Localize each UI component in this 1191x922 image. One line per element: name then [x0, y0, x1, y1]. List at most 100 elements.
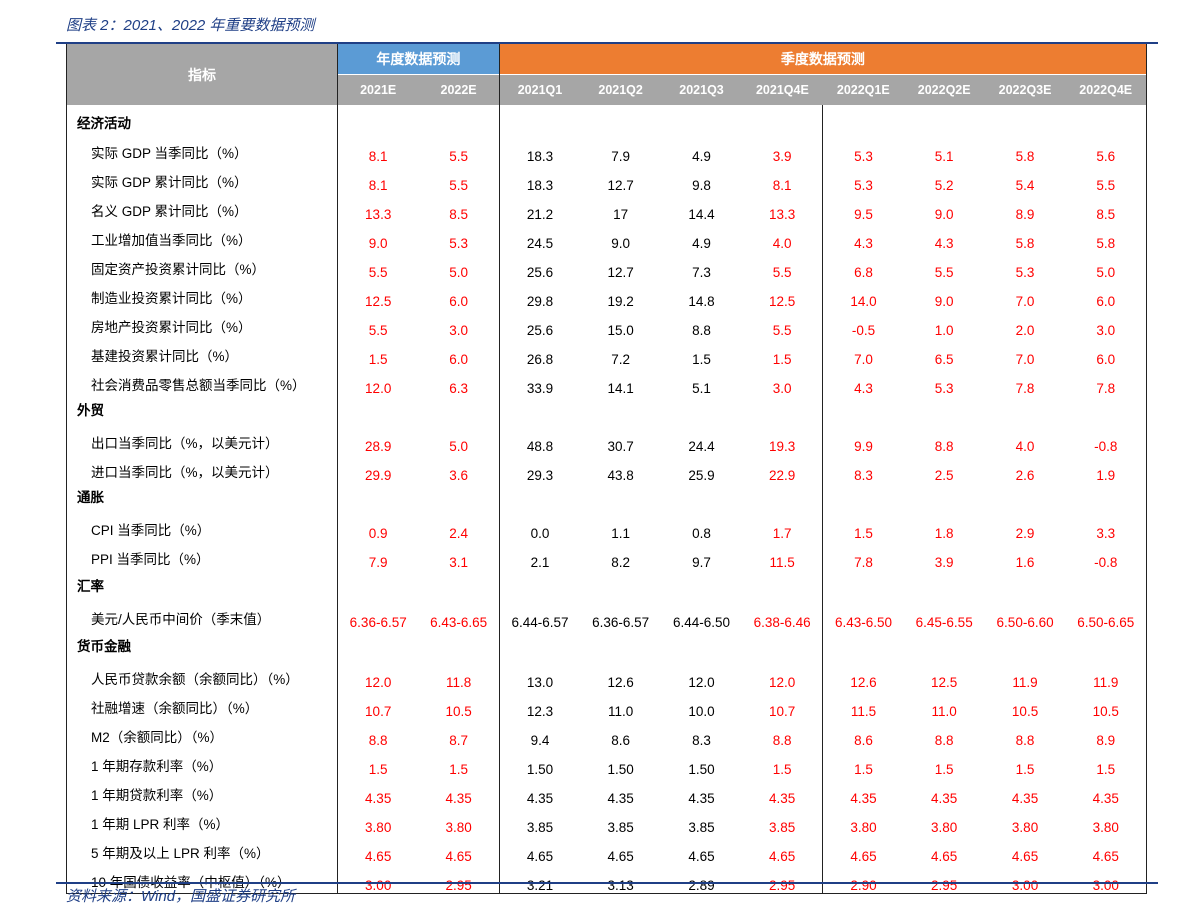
value-cell: 4.0 [741, 222, 824, 251]
row-label: 1 年期贷款利率（%） [66, 777, 338, 806]
table-row: PPI 当季同比（%） 7.9 3.1 2.1 8.2 9.7 11.5 7.8 3.9 1.6 -… [66, 541, 1147, 570]
empty-cell [823, 396, 904, 422]
empty-cell [338, 570, 419, 598]
value-cell: 5.5 [418, 164, 500, 193]
value-cell: 6.3 [418, 367, 500, 396]
empty-cell [904, 396, 985, 422]
value-cell: 11.0 [931, 704, 957, 719]
value-cell: 48.8 [526, 439, 554, 454]
column-header: 2022Q3E [984, 74, 1066, 105]
value-cell: 4.65 [741, 835, 824, 864]
value-cell: 0.8 [692, 526, 711, 541]
value-cell: 3.80 [1011, 820, 1039, 835]
indicator-header: 指标 [66, 44, 338, 105]
value-cell: 3.00 [337, 864, 419, 894]
value-cell: 9.7 [692, 555, 711, 570]
table-row: CPI 当季同比（%） 0.9 2.4 0.0 1.1 0.8 1.7 1.5 1.8 2.9 3.… [66, 509, 1147, 541]
value-cell: 4.65 [365, 849, 392, 864]
value-cell: 1.8 [934, 526, 954, 541]
value-cell: 3.13 [580, 864, 662, 894]
empty-cell [985, 630, 1066, 658]
table-row: 1 年期贷款利率（%） 4.35 4.35 4.35 4.35 4.35 4.35 4.35 4… [66, 777, 1147, 806]
row-label: 人民币贷款余额（余额同比）（%） [66, 658, 338, 690]
row-label: 1 年期 LPR 利率（%） [66, 806, 338, 835]
value-cell: 4.65 [418, 835, 500, 864]
value-cell: 14.4 [688, 207, 715, 222]
value-cell: 3.85 [526, 820, 554, 835]
value-cell: 1.5 [741, 338, 824, 367]
empty-cell [1065, 105, 1147, 135]
value-cell: 4.3 [934, 236, 954, 251]
value-cell: -0.5 [851, 323, 876, 338]
value-cell: 0.9 [368, 526, 388, 541]
value-cell: 2.4 [418, 509, 500, 541]
empty-cell [985, 483, 1066, 509]
value-cell: 9.8 [692, 178, 711, 193]
value-cell: 7.9 [368, 555, 388, 570]
row-label: 实际 GDP 累计同比（%） [66, 164, 338, 193]
value-cell: 1.5 [368, 762, 388, 777]
value-cell: 10.5 [1011, 704, 1039, 719]
value-cell: 6.50-6.65 [1065, 598, 1147, 630]
category-row: 汇率 [66, 570, 1147, 598]
value-cell: 9.0 [611, 236, 630, 251]
table-row: 出口当季同比（%，以美元计） 28.9 5.0 48.8 30.7 24.4 19.3 9.9… [66, 422, 1147, 454]
table-row: 社会消费品零售总额当季同比（%） 12.0 6.3 33.9 14.1 5.1 3.0 4.3… [66, 367, 1147, 396]
value-cell: 19.3 [741, 422, 824, 454]
value-cell: 12.0 [365, 381, 392, 396]
value-cell: 5.3 [854, 149, 873, 164]
value-cell: 3.6 [418, 454, 500, 483]
value-cell: 6.50-6.60 [996, 615, 1054, 630]
value-cell: 8.3 [692, 733, 711, 748]
value-cell: 1.7 [741, 509, 824, 541]
value-cell: 14.8 [688, 294, 715, 309]
value-cell: 5.5 [368, 323, 388, 338]
value-cell: 5.1 [934, 149, 954, 164]
table-row: 美元/人民币中间价（季末值） 6.36-6.57 6.43-6.65 6.44-6.5… [66, 598, 1147, 630]
value-cell: 11.8 [418, 658, 500, 690]
column-header: 2021Q3 [661, 74, 742, 105]
row-label: 基建投资累计同比（%） [66, 338, 338, 367]
value-cell: 33.9 [526, 381, 554, 396]
value-cell: 28.9 [365, 439, 392, 454]
category-row: 货币金融 [66, 630, 1147, 658]
value-cell: 5.5 [418, 135, 500, 164]
value-cell: 4.35 [850, 791, 877, 806]
value-cell: 4.35 [688, 791, 715, 806]
empty-cell [741, 105, 824, 135]
value-cell: 8.8 [934, 733, 954, 748]
value-cell: 5.8 [1015, 149, 1035, 164]
value-cell: 5.5 [1065, 164, 1147, 193]
value-cell: 3.80 [1065, 806, 1147, 835]
row-label: CPI 当季同比（%） [66, 509, 338, 541]
row-label: 社会消费品零售总额当季同比（%） [66, 367, 338, 396]
value-cell: 6.38-6.46 [741, 598, 824, 630]
category-label: 货币金融 [66, 630, 338, 658]
value-cell: -0.8 [1065, 541, 1147, 570]
table-row: 工业增加值当季同比（%） 9.0 5.3 24.5 9.0 4.9 4.0 4.3 4.3 5.8… [66, 222, 1147, 251]
column-header: 2021E [337, 74, 419, 105]
value-cell: 3.3 [1065, 509, 1147, 541]
table-body: 经济活动 实际 GDP 当季同比（%） 8.1 5.5 18.3 7.9 4.9 3.9 5.3… [66, 105, 1147, 894]
empty-cell [499, 630, 580, 658]
value-cell: 12.5 [931, 675, 958, 690]
value-cell: 5.5 [741, 251, 824, 280]
value-cell: 24.4 [688, 439, 715, 454]
table-row: 人民币贷款余额（余额同比）（%） 12.0 11.8 13.0 12.6 12.0 12.0… [66, 658, 1147, 690]
value-cell: 2.95 [903, 864, 985, 894]
value-cell: 4.35 [1011, 791, 1039, 806]
empty-cell [904, 483, 985, 509]
value-cell: 1.50 [526, 762, 554, 777]
value-cell: 3.00 [1065, 864, 1147, 894]
value-cell: 4.65 [688, 849, 715, 864]
value-cell: 3.21 [499, 864, 581, 894]
value-cell: 13.3 [365, 207, 392, 222]
value-cell: 3.85 [607, 820, 634, 835]
value-cell: 5.5 [368, 265, 388, 280]
table-row: 社融增速（余额同比）（%） 10.7 10.5 12.3 11.0 10.0 10.7 11.… [66, 690, 1147, 719]
empty-cell [661, 105, 742, 135]
empty-cell [418, 105, 500, 135]
value-cell: 12.7 [607, 178, 634, 193]
empty-cell [904, 570, 985, 598]
value-cell: 5.5 [741, 309, 824, 338]
